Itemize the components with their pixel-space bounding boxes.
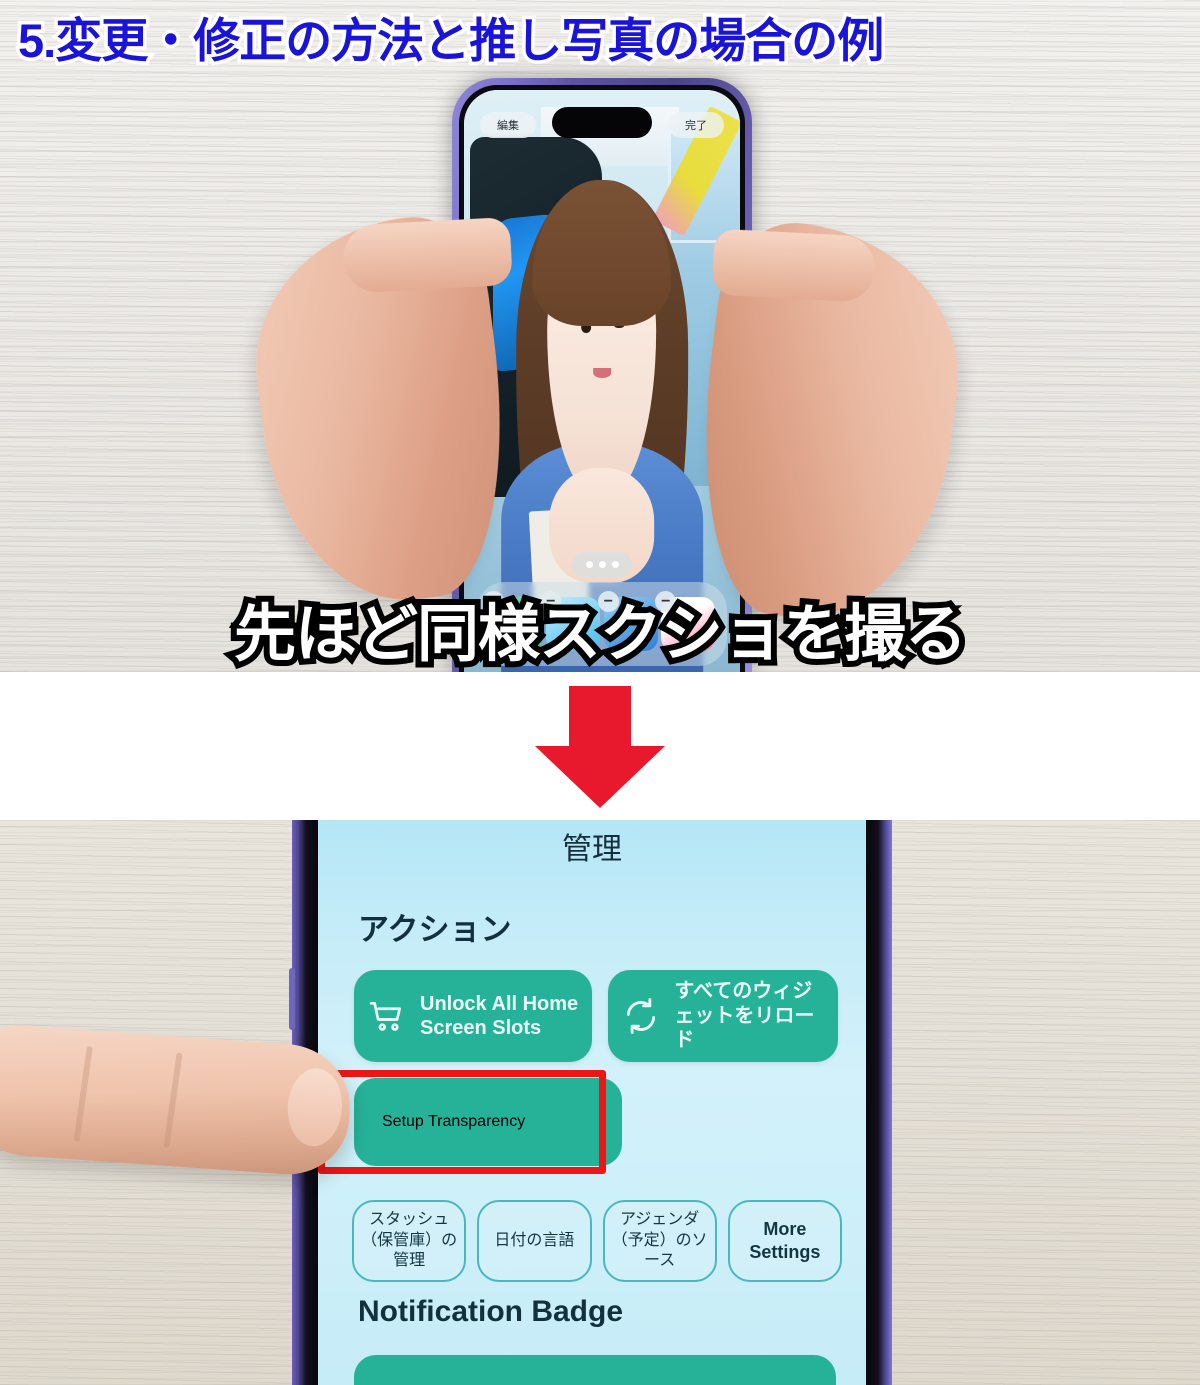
- down-arrow-icon: [535, 686, 665, 808]
- chip-date-language[interactable]: 日付の言語: [477, 1200, 592, 1282]
- right-index-finger: [711, 228, 877, 303]
- notification-badge-button[interactable]: [354, 1355, 836, 1385]
- done-button[interactable]: 完了: [668, 112, 724, 138]
- section-heading-notification-badge: Notification Badge: [358, 1295, 624, 1328]
- chip-more-settings[interactable]: More Settings: [727, 1200, 842, 1282]
- highlight-rectangle: [318, 1070, 606, 1174]
- home-screen-page-dots[interactable]: [572, 552, 632, 577]
- top-caption-text: 先ほど同様スクショを撮る: [228, 594, 973, 675]
- top-photo-panel: 編集 完了 − − − −: [0, 0, 1200, 672]
- dynamic-island: [552, 107, 652, 138]
- left-index-finger: [341, 216, 513, 294]
- page-dot: [598, 561, 606, 568]
- unlock-all-home-screen-slots-button[interactable]: Unlock All Home Screen Slots: [354, 970, 593, 1062]
- top-caption: 先ほど同様スクショを撮る: [0, 588, 1200, 675]
- reload-button-label: すべてのウィジェットをリロード: [674, 980, 815, 1052]
- page-dot: [585, 561, 593, 568]
- finger-crease: [163, 1052, 183, 1149]
- divider-band: [0, 672, 1200, 820]
- edit-button[interactable]: 編集: [480, 112, 536, 138]
- screenshot-page: 編集 完了 − − − − 5.変更・修正の方法と推し写真の場合の例 先ほど同様…: [0, 0, 1200, 1385]
- fingertip: [285, 1066, 345, 1148]
- page-title: 5.変更・修正の方法と推し写真の場合の例: [0, 2, 1200, 70]
- finger-crease: [73, 1046, 93, 1142]
- shopping-cart-icon: [368, 997, 406, 1035]
- section-heading-actions: アクション: [358, 912, 512, 947]
- volume-up-button[interactable]: [289, 968, 295, 1030]
- refresh-icon: [622, 997, 660, 1035]
- nav-title: 管理: [562, 833, 622, 866]
- arrow-head: [535, 746, 665, 808]
- chip-stash-management[interactable]: スタッシュ（保管庫）の管理: [352, 1200, 467, 1282]
- chip-row: スタッシュ（保管庫）の管理 日付の言語 アジェンダ（予定）のソース More S…: [352, 1200, 842, 1282]
- page-dot: [611, 561, 619, 568]
- chip-agenda-source[interactable]: アジェンダ（予定）のソース: [602, 1200, 717, 1282]
- person-bangs: [532, 179, 672, 327]
- person-mouth: [593, 368, 611, 379]
- action-button-row: Unlock All Home Screen Slots すべてのウィジェットを…: [354, 970, 838, 1062]
- page-title-text: 5.変更・修正の方法と推し写真の場合の例: [14, 10, 887, 70]
- reload-all-widgets-button[interactable]: すべてのウィジェットをリロード: [608, 970, 838, 1062]
- arrow-shaft: [569, 686, 631, 754]
- unlock-button-label: Unlock All Home Screen Slots: [420, 992, 579, 1039]
